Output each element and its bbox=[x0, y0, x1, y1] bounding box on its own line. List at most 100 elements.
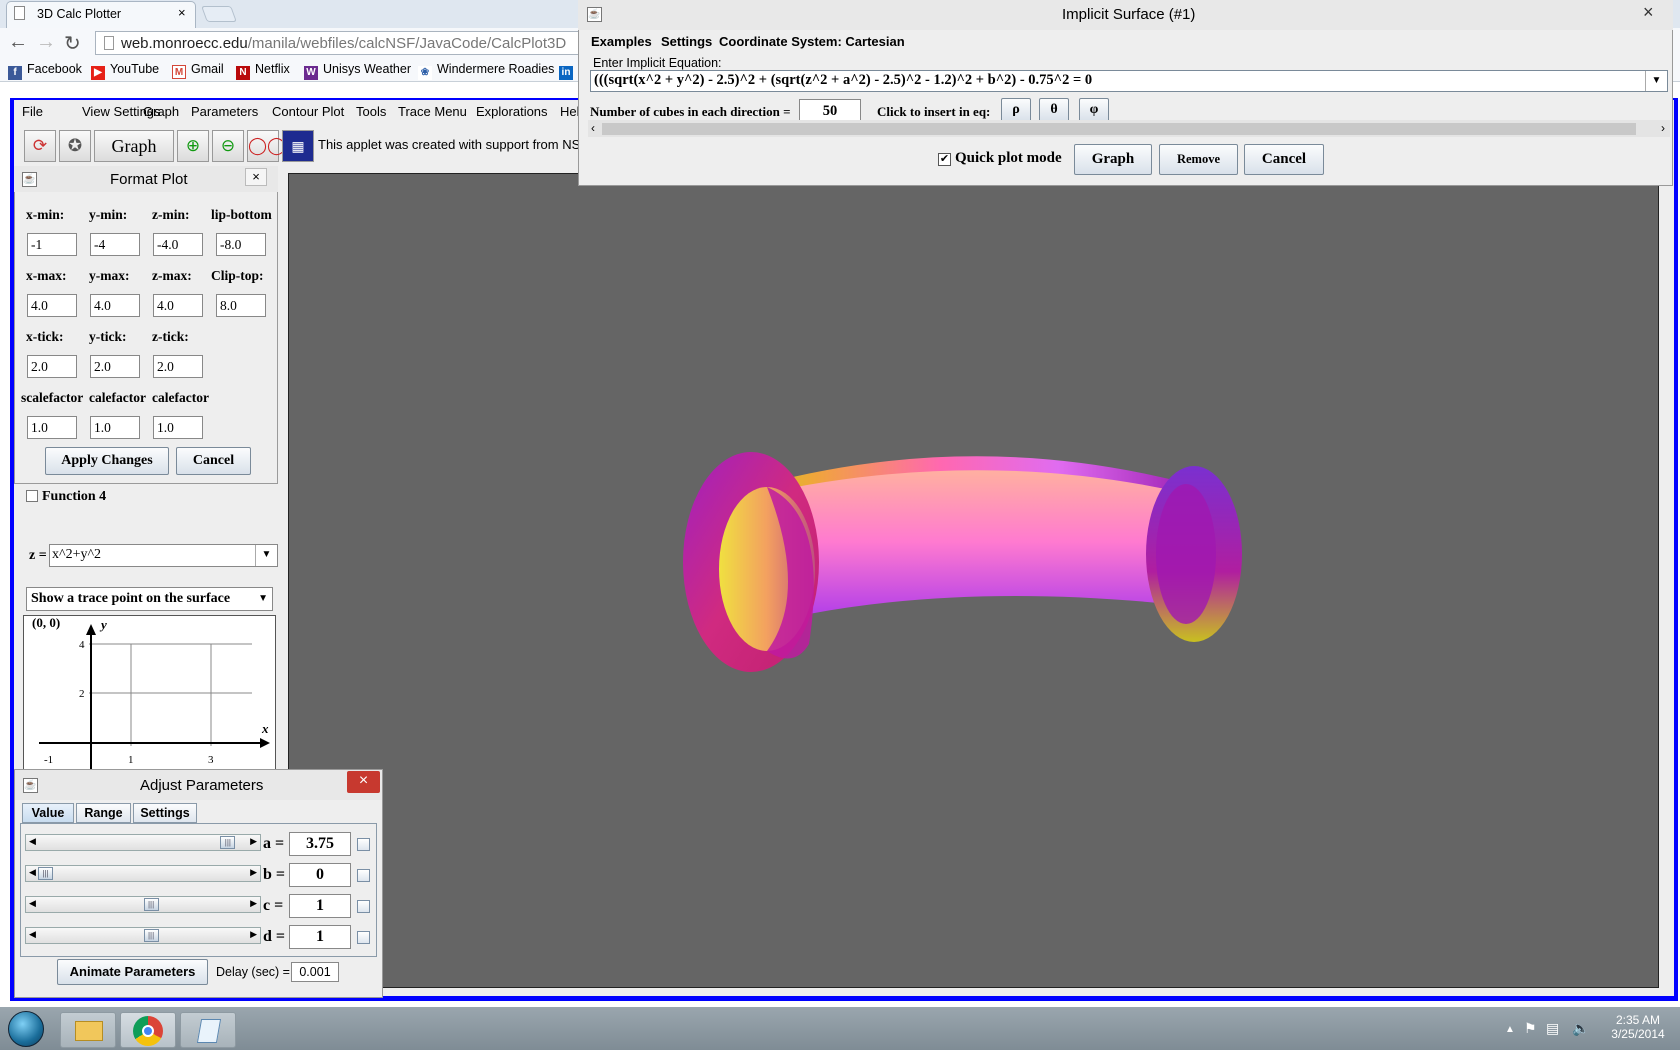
slider-right-arrow-icon[interactable]: ▶ bbox=[250, 836, 257, 847]
param-d-field[interactable]: 1 bbox=[289, 925, 351, 949]
volume-icon[interactable]: 🔈 bbox=[1572, 1020, 1589, 1037]
param-b-checkbox[interactable] bbox=[357, 869, 370, 882]
implicit-equation-field[interactable]: (((sqrt(x^2 + y^2) - 2.5)^2 + (sqrt(z^2 … bbox=[590, 70, 1668, 92]
scroll-right-arrow-icon[interactable]: › bbox=[1661, 121, 1665, 135]
y-min-field[interactable]: -4 bbox=[90, 233, 140, 256]
function-4-checkbox[interactable] bbox=[26, 490, 38, 502]
adjust-close-icon[interactable]: × bbox=[347, 771, 380, 793]
slider-b[interactable]: ◀ ||| ▶ bbox=[25, 865, 261, 882]
menu-trace-menu[interactable]: Trace Menu bbox=[398, 104, 467, 119]
zoom-in-icon[interactable]: ⊕ bbox=[177, 130, 209, 162]
grid-icon[interactable]: ▦ bbox=[282, 130, 314, 162]
chevron-down-icon[interactable]: ▼ bbox=[1645, 71, 1667, 91]
horizontal-scrollbar[interactable]: ‹ › bbox=[588, 120, 1670, 137]
file-explorer-icon[interactable] bbox=[60, 1012, 116, 1048]
browser-tab[interactable]: 3D Calc Plotter bbox=[6, 1, 196, 28]
implicit-menu-settings[interactable]: Settings bbox=[661, 34, 712, 49]
y-max-field[interactable]: 4.0 bbox=[90, 294, 140, 317]
forward-arrow-icon[interactable]: → bbox=[36, 31, 56, 54]
slider-a-knob[interactable]: ||| bbox=[220, 836, 236, 849]
x-min-field[interactable]: -1 bbox=[27, 233, 77, 256]
implicit-menu-examples[interactable]: Examples bbox=[591, 34, 652, 49]
param-b-field[interactable]: 0 bbox=[289, 863, 351, 887]
apply-changes-button[interactable]: Apply Changes bbox=[45, 447, 169, 475]
trace-mode-select[interactable]: Show a trace point on the surface ▼ bbox=[26, 587, 273, 611]
clip-top-field[interactable]: 8.0 bbox=[216, 294, 266, 317]
slider-left-arrow-icon[interactable]: ◀ bbox=[29, 867, 36, 878]
3d-glasses-icon[interactable]: ◯◯ bbox=[247, 130, 286, 162]
show-hidden-icons-icon[interactable]: ▲ bbox=[1505, 1024, 1515, 1035]
bookmark-gmail[interactable]: M Gmail bbox=[172, 62, 224, 79]
slider-left-arrow-icon[interactable]: ◀ bbox=[29, 898, 36, 909]
delay-field[interactable]: 0.001 bbox=[291, 962, 339, 982]
slider-a[interactable]: ◀ ||| ▶ bbox=[25, 834, 261, 851]
chrome-icon[interactable] bbox=[120, 1012, 176, 1048]
start-button-icon[interactable] bbox=[8, 1011, 44, 1047]
z-scalefactor-field[interactable]: 1.0 bbox=[153, 416, 203, 439]
zoom-out-icon[interactable]: ⊖ bbox=[212, 130, 244, 162]
param-c-field[interactable]: 1 bbox=[289, 894, 351, 918]
slider-b-knob[interactable]: ||| bbox=[38, 867, 53, 880]
tab-settings[interactable]: Settings bbox=[133, 803, 197, 823]
bookmark-netflix[interactable]: N Netflix bbox=[236, 62, 290, 80]
implicit-cancel-button[interactable]: Cancel bbox=[1244, 144, 1324, 175]
x-scalefactor-field[interactable]: 1.0 bbox=[27, 416, 77, 439]
address-bar[interactable]: web.monroecc.edu/manila/webfiles/calcNSF… bbox=[95, 31, 585, 55]
slider-c-knob[interactable]: ||| bbox=[143, 898, 159, 911]
param-a-checkbox[interactable] bbox=[357, 838, 370, 851]
plot-canvas[interactable] bbox=[288, 173, 1659, 988]
implicit-graph-button[interactable]: Graph bbox=[1074, 144, 1152, 175]
format-plot-close-icon[interactable]: × bbox=[245, 168, 267, 186]
tab-close-icon[interactable]: × bbox=[178, 5, 186, 20]
clock[interactable]: 2:35 AM 3/25/2014 bbox=[1608, 1013, 1668, 1041]
insert-rho-button[interactable]: ρ bbox=[1001, 98, 1031, 122]
implicit-close-icon[interactable]: × bbox=[1643, 2, 1654, 23]
param-c-checkbox[interactable] bbox=[357, 900, 370, 913]
bookmark-linkedin[interactable]: in bbox=[559, 62, 575, 80]
insert-phi-button[interactable]: φ bbox=[1079, 98, 1109, 122]
bookmark-windermere-roadies[interactable]: ❀ Windermere Roadies bbox=[418, 62, 554, 80]
notepad-icon[interactable] bbox=[180, 1012, 236, 1048]
bookmark-unisys-weather[interactable]: W Unisys Weather bbox=[304, 62, 411, 80]
menu-help[interactable]: Hel bbox=[560, 104, 580, 119]
slider-right-arrow-icon[interactable]: ▶ bbox=[250, 929, 257, 940]
axes-icon[interactable]: ✪ bbox=[59, 130, 91, 162]
slider-d[interactable]: ◀ ||| ▶ bbox=[25, 927, 261, 944]
y-tick-field[interactable]: 2.0 bbox=[90, 355, 140, 378]
y-scalefactor-field[interactable]: 1.0 bbox=[90, 416, 140, 439]
clip-bottom-field[interactable]: -8.0 bbox=[216, 233, 266, 256]
bookmark-youtube[interactable]: ▶ YouTube bbox=[91, 62, 159, 80]
x-max-field[interactable]: 4.0 bbox=[27, 294, 77, 317]
menu-contour-plot[interactable]: Contour Plot bbox=[272, 104, 344, 119]
format-cancel-button[interactable]: Cancel bbox=[176, 447, 251, 475]
animate-parameters-button[interactable]: Animate Parameters bbox=[57, 959, 208, 985]
slider-d-knob[interactable]: ||| bbox=[143, 929, 159, 942]
scroll-left-arrow-icon[interactable]: ‹ bbox=[591, 121, 595, 135]
param-a-field[interactable]: 3.75 bbox=[289, 832, 351, 856]
z-function-field[interactable]: x^2+y^2 ▼ bbox=[49, 544, 278, 567]
slider-left-arrow-icon[interactable]: ◀ bbox=[29, 836, 36, 847]
bookmark-facebook[interactable]: f Facebook bbox=[8, 62, 82, 80]
network-icon[interactable]: ▤ bbox=[1546, 1020, 1559, 1037]
z-tick-field[interactable]: 2.0 bbox=[153, 355, 203, 378]
slider-right-arrow-icon[interactable]: ▶ bbox=[250, 867, 257, 878]
implicit-menu-coordinate-system[interactable]: Coordinate System: Cartesian bbox=[719, 34, 905, 49]
param-d-checkbox[interactable] bbox=[357, 931, 370, 944]
menu-explorations[interactable]: Explorations bbox=[476, 104, 548, 119]
graph-button[interactable]: Graph bbox=[94, 130, 174, 162]
menu-graph[interactable]: Graph bbox=[143, 104, 179, 119]
menu-file[interactable]: File bbox=[22, 104, 43, 119]
insert-theta-button[interactable]: θ bbox=[1039, 98, 1069, 122]
flag-icon[interactable]: ⚑ bbox=[1524, 1020, 1537, 1037]
slider-left-arrow-icon[interactable]: ◀ bbox=[29, 929, 36, 940]
chevron-down-icon[interactable]: ▼ bbox=[255, 545, 277, 566]
reload-icon[interactable]: ↻ bbox=[64, 31, 81, 56]
x-tick-field[interactable]: 2.0 bbox=[27, 355, 77, 378]
menu-tools[interactable]: Tools bbox=[356, 104, 386, 119]
z-min-field[interactable]: -4.0 bbox=[153, 233, 203, 256]
tab-range[interactable]: Range bbox=[76, 803, 131, 823]
tab-value[interactable]: Value bbox=[22, 803, 74, 823]
quick-plot-checkbox[interactable]: ✔ bbox=[938, 153, 951, 166]
slider-right-arrow-icon[interactable]: ▶ bbox=[250, 898, 257, 909]
back-arrow-icon[interactable]: ← bbox=[8, 31, 28, 54]
